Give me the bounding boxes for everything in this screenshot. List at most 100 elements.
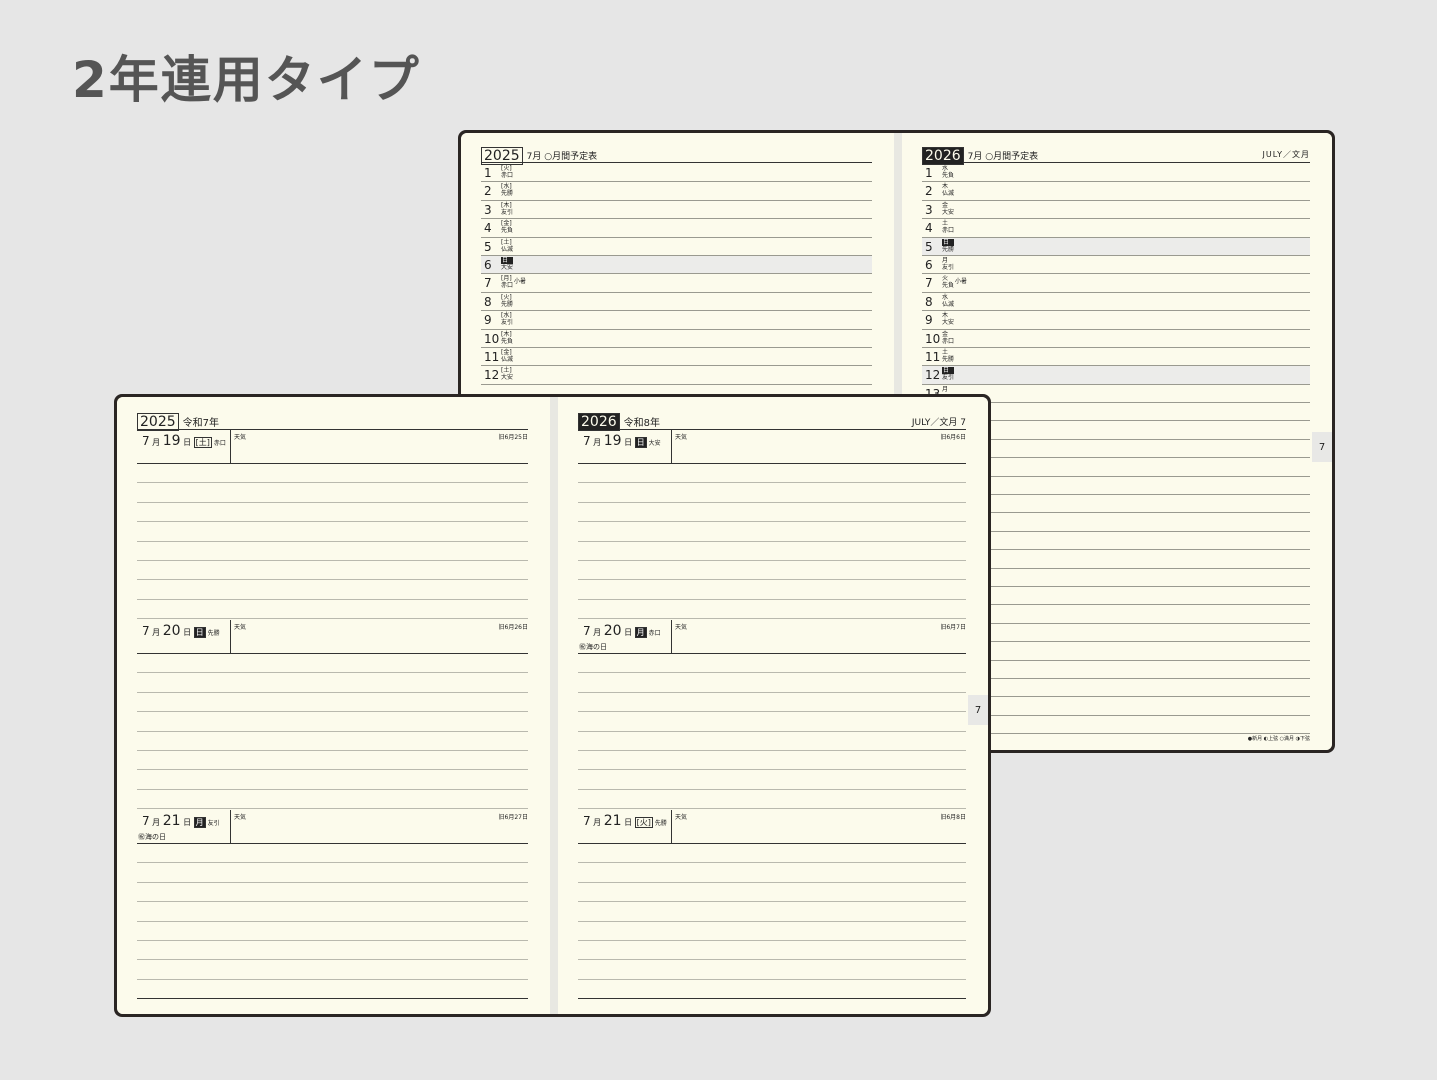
ruled-line	[578, 712, 966, 732]
day-number: 11	[484, 349, 500, 364]
ruled-line	[137, 960, 528, 980]
weekday-label: [火]	[501, 165, 512, 172]
month-day-row: 3 金大安	[922, 201, 1310, 220]
month-day-row: 4 土赤口	[922, 219, 1310, 238]
month-day-row: 1 [火] 赤口	[481, 164, 872, 183]
year-label: 2026	[578, 412, 620, 431]
weekday-label: 月	[942, 256, 949, 264]
weekday-rokuyo: 土先勝	[942, 349, 954, 363]
weekday-rokuyo: 日友引	[942, 367, 955, 382]
rokuyo-label: 先勝	[501, 300, 514, 308]
weekday-label: [木]	[501, 330, 512, 338]
month-day-row: 11 土先勝	[922, 348, 1310, 367]
day-date: 7 月 20 日 月 赤口	[583, 623, 661, 639]
weekday-label: [金]	[501, 348, 512, 356]
weekday-rokuyo: 金大安	[942, 202, 954, 216]
day-number: 1	[484, 166, 492, 180]
ruled-line	[137, 600, 528, 620]
divider	[230, 620, 231, 654]
rokuyo-label: 友引	[205, 820, 220, 827]
month-english: JULY／文月 7	[911, 418, 966, 428]
divider	[230, 430, 231, 464]
day-number: 12	[484, 368, 500, 383]
weekday-rokuyo: [水] 友引	[501, 312, 513, 326]
divider	[671, 430, 672, 464]
rokuyo-label: 先勝	[652, 820, 667, 827]
month-index-tab[interactable]: 7	[968, 695, 988, 725]
weather-label: 天気	[675, 624, 688, 631]
weekday-label: 月	[942, 385, 949, 393]
day-number: 2	[484, 184, 492, 199]
ruled-line	[578, 844, 966, 864]
rokuyo-label: 赤口	[501, 282, 514, 290]
ruled-line	[578, 464, 966, 484]
weekday-rokuyo: 日大安	[501, 256, 514, 271]
weekday-label: [月]	[501, 275, 512, 283]
weekday-rokuyo: 木大安	[942, 312, 954, 326]
year-label: 2025	[137, 412, 179, 431]
month-number: 7	[583, 814, 591, 828]
month-number: 7	[142, 434, 150, 448]
divider	[230, 810, 231, 844]
day-header: 7 月 19 日 [土] 赤口 天気 旧6月25日	[137, 430, 528, 464]
year-label: 2025	[481, 146, 523, 165]
lunar-date: 旧6月26日	[498, 624, 528, 631]
weekday-rokuyo: [火] 先勝	[501, 294, 513, 308]
ruled-line	[137, 902, 528, 922]
weekday-rokuyo: 火先負	[942, 275, 954, 289]
day-date: 7 月 19 日 日 大安	[583, 433, 661, 449]
month-day-row: 10 金赤口	[922, 330, 1310, 348]
ruled-line	[137, 522, 528, 542]
day-entry: 7 月 20 日 月 赤口 ㊗海の日 天気 旧6月7日	[578, 620, 966, 810]
day-date: 7 月 21 日 月 友引	[142, 813, 220, 829]
day-number: 21	[162, 813, 181, 829]
weekday-rokuyo: [月] 赤口	[501, 275, 513, 289]
rokuyo-label: 仏滅	[942, 190, 955, 198]
weekday-rokuyo: [金] 仏滅	[501, 349, 513, 363]
month-day-row: 3 [木] 友引	[481, 201, 872, 220]
era-label: 令和7年	[182, 418, 220, 429]
ruled-line	[578, 654, 966, 674]
day-number: 9	[484, 313, 492, 328]
day-number: 5	[484, 239, 492, 254]
rokuyo-label: 仏滅	[501, 355, 514, 363]
rokuyo-label: 赤口	[501, 172, 514, 179]
rokuyo-label: 赤口	[211, 440, 226, 447]
weekday-rokuyo: 土赤口	[942, 220, 954, 234]
era-label: 令和8年	[623, 418, 661, 429]
daily-page-2026: 2026 令和8年 JULY／文月 7 7 月 19 日 日 大安 天気 旧6月6日 7…	[558, 397, 988, 1014]
weekday-label: 月	[634, 627, 647, 638]
monthly-header-2026: 2026 7月 ○月間予定表 JULY／文月	[922, 145, 1310, 165]
month-day-row: 7 火先負 小暑	[922, 274, 1310, 293]
rokuyo-label: 友引	[501, 319, 514, 327]
month-day-row: 2 [水] 先勝	[481, 182, 872, 201]
weather-label: 天気	[234, 814, 247, 821]
weekday-label: 月	[193, 817, 206, 828]
day-number: 8	[484, 294, 492, 309]
month-suffix: 月	[149, 628, 163, 637]
rokuyo-label: 大安	[501, 374, 514, 382]
weekday-rokuyo: 日先勝	[942, 238, 955, 253]
day-number: 6	[484, 257, 492, 272]
ruled-line	[578, 770, 966, 790]
ruled-line	[578, 673, 966, 693]
day-number: 10	[484, 331, 500, 346]
day-suffix: 日	[180, 818, 194, 827]
weekday-label: 金	[942, 201, 949, 209]
day-number: 20	[603, 623, 622, 639]
ruled-line	[578, 883, 966, 903]
month-index-tab[interactable]: 7	[1312, 432, 1332, 462]
ruled-line	[137, 844, 528, 864]
weekday-rokuyo: 水先負	[942, 165, 954, 179]
day-header: 7 月 20 日 月 赤口 ㊗海の日 天気 旧6月7日	[578, 620, 966, 654]
day-number: 19	[162, 433, 181, 449]
day-number: 2	[925, 184, 933, 199]
day-suffix: 日	[180, 628, 194, 637]
ruled-line	[137, 561, 528, 581]
rokuyo-label: 仏滅	[501, 245, 514, 253]
rokuyo-label: 友引	[942, 374, 955, 382]
day-number: 7	[484, 276, 492, 291]
day-number: 6	[925, 257, 933, 272]
day-number: 20	[162, 623, 181, 639]
month-suffix: 月	[149, 818, 163, 827]
